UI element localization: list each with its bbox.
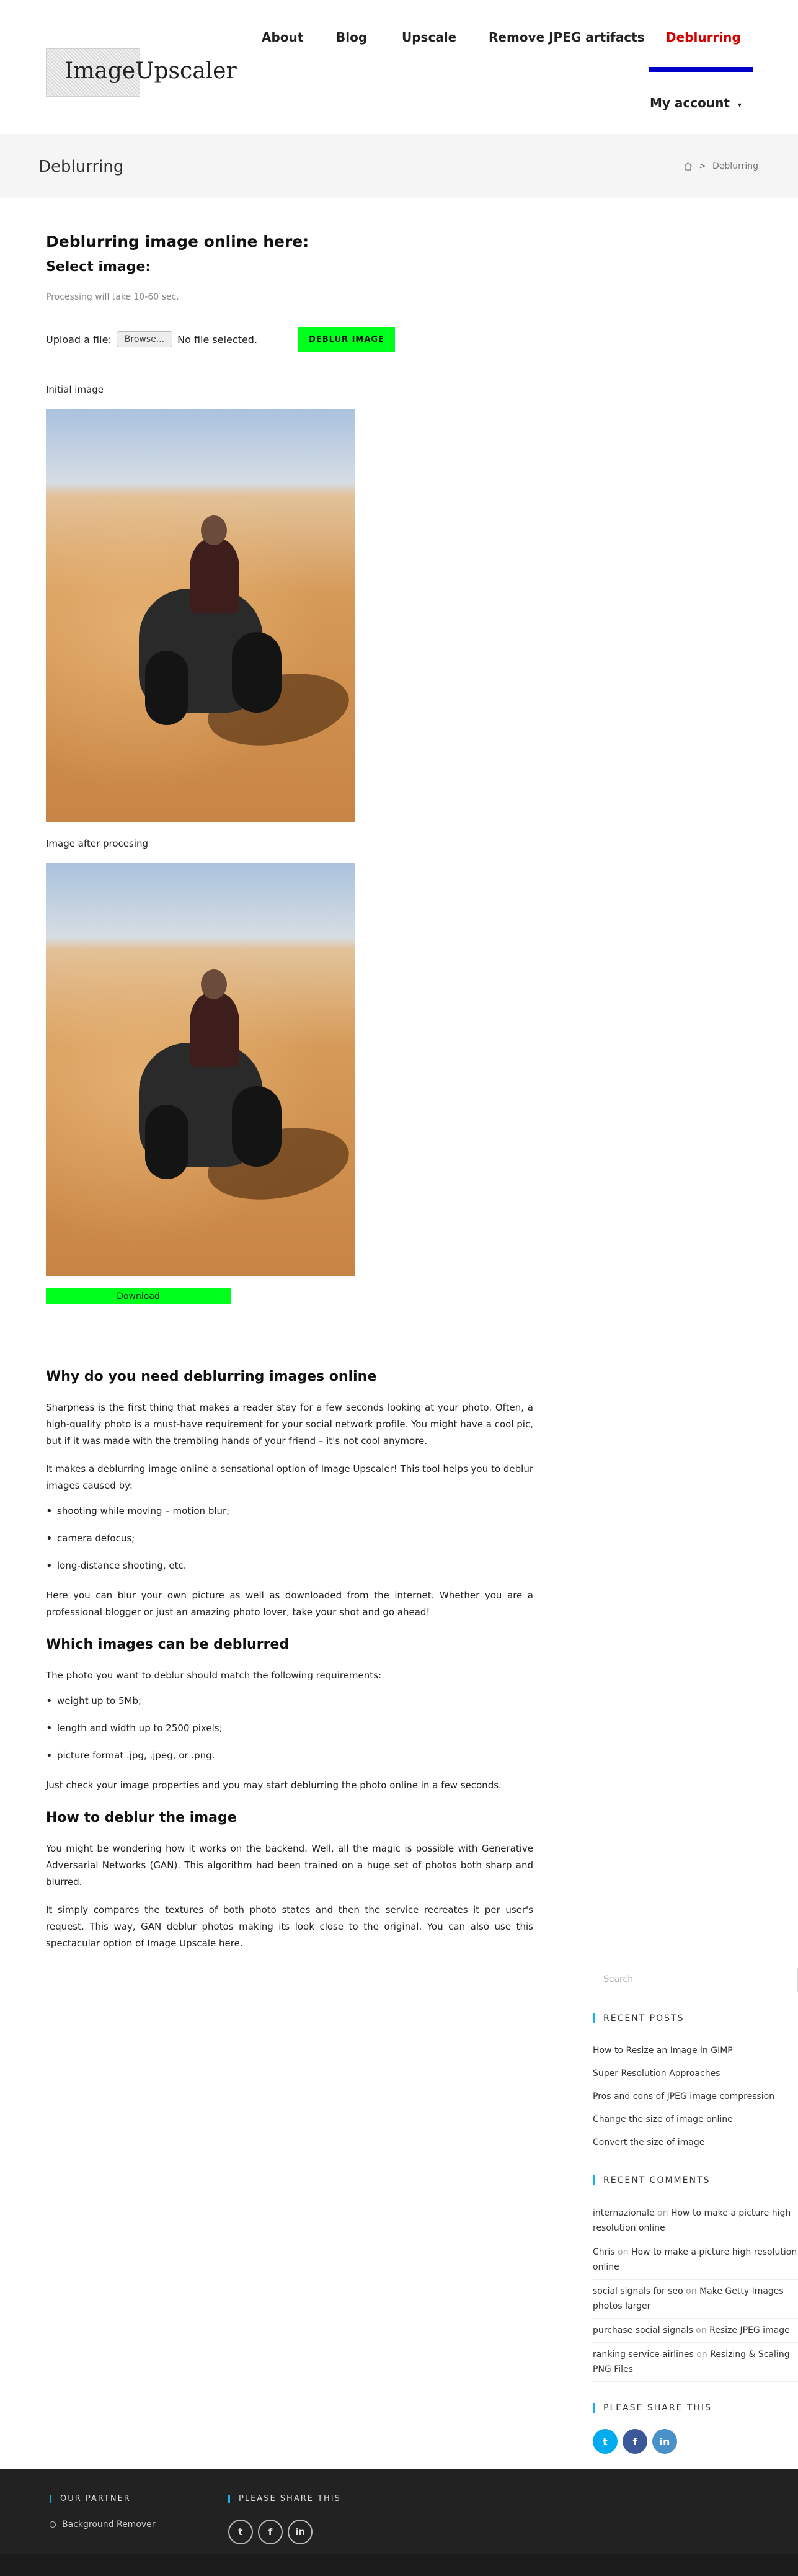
comment-on-word: on [657, 2208, 668, 2218]
share-buttons: t f in [593, 2429, 798, 2454]
recent-post-link[interactable]: Change the size of image online [593, 2108, 798, 2131]
circle-bullet-icon [50, 2521, 56, 2528]
no-file-text: No file selected. [177, 333, 258, 345]
recent-post-link[interactable]: How to Resize an Image in GIMP [593, 2039, 798, 2062]
comment-on-word: on [618, 2247, 629, 2257]
recent-post-link[interactable]: Convert the size of image [593, 2131, 798, 2154]
browse-button[interactable]: Browse... [116, 331, 173, 347]
twitter-icon[interactable]: t [593, 2429, 618, 2454]
section-heading-which: Which images can be deblurred [46, 1637, 290, 1652]
section-heading-how: How to deblur the image [46, 1810, 237, 1825]
recent-comment: Chris on How to make a picture high reso… [593, 2240, 798, 2280]
nav-remove-jpeg-artifacts[interactable]: Remove JPEG artifacts [489, 30, 645, 45]
recent-comment: internazionale on How to make a picture … [593, 2201, 798, 2240]
list-item: length and width up to 2500 pixels; [46, 1722, 533, 1735]
partner-link-label: Background Remover [62, 2520, 156, 2529]
nav-about[interactable]: About [262, 30, 303, 45]
comment-on-word: on [686, 2286, 697, 2296]
footer-share-title: PLEASE SHARE THIS [228, 2495, 341, 2503]
processing-note: Processing will take 10-60 sec. [46, 292, 179, 302]
main-content: Deblurring image online here: Select ima… [46, 233, 533, 1963]
list-item: camera defocus; [46, 1532, 533, 1545]
recent-post-link[interactable]: Pros and cons of JPEG image compression [593, 2085, 798, 2108]
top-strip [0, 0, 798, 11]
comment-post-link[interactable]: Resize JPEG image [709, 2325, 790, 2335]
linkedin-icon[interactable]: in [652, 2429, 677, 2454]
recent-comments-title: RECENT COMMENTS [593, 2175, 798, 2185]
site-header: ImageUpscaler About Blog Upscale Remove … [0, 11, 798, 134]
list-item: shooting while moving – motion blur; [46, 1505, 533, 1518]
footer-share: PLEASE SHARE THIS t f in [228, 2495, 341, 2544]
initial-image-label: Initial image [46, 384, 104, 395]
home-icon[interactable] [684, 162, 693, 171]
my-account-menu[interactable]: My account ▾ [650, 96, 742, 110]
paragraph: Here you can blur your own picture as we… [46, 1590, 533, 1618]
list-item: weight up to 5Mb; [46, 1695, 533, 1708]
recent-post-link[interactable]: Super Resolution Approaches [593, 2062, 798, 2085]
paragraph: It makes a deblurring image online a sen… [46, 1463, 533, 1491]
download-button[interactable]: Download [46, 1288, 231, 1304]
paragraph: You might be wondering how it works on t… [46, 1843, 533, 1887]
nav-blog[interactable]: Blog [336, 30, 367, 45]
paragraph: Just check your image properties and you… [46, 1780, 502, 1791]
linkedin-icon[interactable]: in [288, 2520, 313, 2544]
upload-label: Upload a file: [46, 333, 112, 345]
search-input[interactable]: Search [593, 1968, 798, 1992]
list-item: picture format .jpg, .jpeg, or .png. [46, 1749, 533, 1762]
blur-causes-list: shooting while moving – motion blur; cam… [46, 1505, 533, 1572]
comment-on-word: on [696, 2350, 707, 2360]
comment-author[interactable]: internazionale [593, 2208, 655, 2218]
breadcrumb-current: Deblurring [712, 161, 758, 171]
caret-down-icon: ▾ [737, 100, 742, 109]
upload-row: Upload a file: Browse... No file selecte… [46, 327, 533, 352]
twitter-icon[interactable]: t [228, 2520, 253, 2544]
comment-on-word: on [696, 2325, 707, 2335]
page-title: Deblurring [38, 158, 124, 176]
tool-heading: Deblurring image online here: [46, 233, 309, 251]
footer-partner: OUR PARTNER Background Remover [50, 2495, 156, 2529]
recent-posts-title: RECENT POSTS [593, 2013, 798, 2023]
initial-image [46, 409, 355, 822]
deblur-image-button[interactable]: DEBLUR IMAGE [298, 327, 396, 352]
section-heading-why: Why do you need deblurring images online [46, 1369, 377, 1384]
recent-comment: purchase social signals on Resize JPEG i… [593, 2319, 798, 2343]
facebook-icon[interactable]: f [258, 2520, 283, 2544]
recent-comment: ranking service airlines on Resizing & S… [593, 2343, 798, 2382]
select-image-label: Select image: [46, 259, 151, 275]
paragraph: The photo you want to deblur should matc… [46, 1670, 382, 1681]
nav-upscale[interactable]: Upscale [402, 30, 456, 45]
comment-author[interactable]: social signals for seo [593, 2286, 683, 2296]
facebook-icon[interactable]: f [623, 2429, 647, 2454]
comment-author[interactable]: purchase social signals [593, 2325, 693, 2335]
comment-author[interactable]: Chris [593, 2247, 615, 2257]
comment-author[interactable]: ranking service airlines [593, 2350, 694, 2360]
share-title: PLEASE SHARE THIS [593, 2403, 798, 2413]
requirements-list: weight up to 5Mb; length and width up to… [46, 1695, 533, 1762]
site-logo[interactable]: ImageUpscaler [46, 48, 237, 98]
nav-deblurring[interactable]: Deblurring [666, 30, 741, 45]
list-item: long-distance shooting, etc. [46, 1559, 533, 1572]
after-image-label: Image after procesing [46, 838, 149, 849]
my-account-label: My account [650, 96, 730, 110]
paragraph: It simply compares the textures of both … [46, 1904, 533, 1949]
logo-text: ImageUpscaler [64, 58, 237, 84]
page-header-bar: Deblurring > Deblurring [0, 134, 798, 198]
active-nav-underline [649, 67, 753, 72]
footer-bottom-bar [0, 2554, 798, 2576]
recent-comment: social signals for seo on Make Getty Ima… [593, 2280, 798, 2319]
breadcrumb: > Deblurring [684, 161, 758, 171]
processed-image [46, 863, 355, 1276]
paragraph: Sharpness is the first thing that makes … [46, 1402, 533, 1446]
sidebar: Search RECENT POSTS How to Resize an Ima… [593, 1968, 798, 2454]
breadcrumb-separator: > [699, 161, 707, 171]
footer-share-buttons: t f in [228, 2520, 341, 2544]
partner-link[interactable]: Background Remover [50, 2520, 156, 2529]
partner-title: OUR PARTNER [50, 2495, 156, 2503]
site-footer: OUR PARTNER Background Remover PLEASE SH… [0, 2469, 798, 2576]
